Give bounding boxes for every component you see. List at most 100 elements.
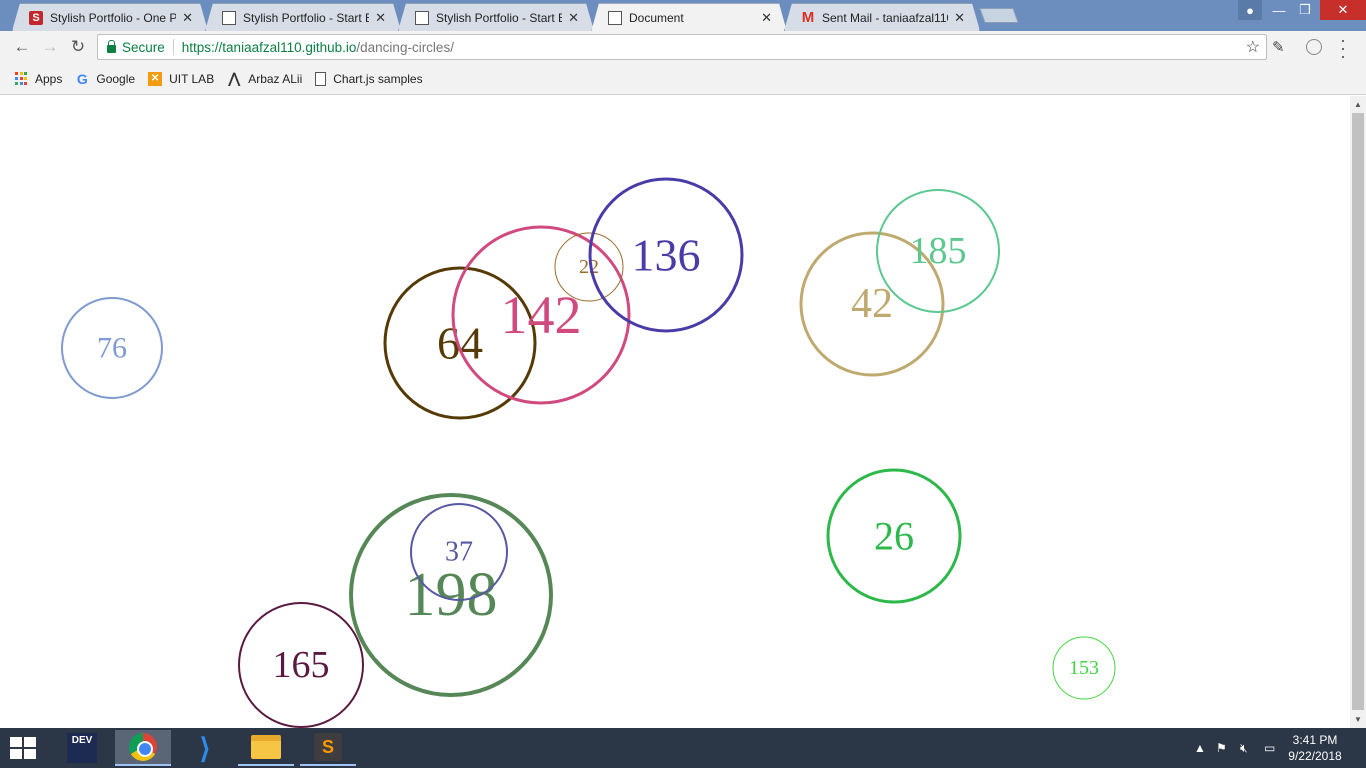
taskbar-dev-app[interactable]: DEV [54,730,110,766]
dancing-circle: 165 [238,602,364,728]
tab-stylish-portfolio-start-1[interactable]: Stylish Portfolio - Start Bo ✕ [205,3,401,31]
circle-number: 42 [851,281,893,327]
bookmark-label: Apps [35,71,63,86]
new-tab-button[interactable] [979,8,1019,23]
tab-title: Stylish Portfolio - One Pa [50,10,177,25]
minimize-button[interactable]: — [1266,0,1292,20]
address-bar[interactable]: Secure https://taniaafzal110.github.io/d… [97,34,1267,60]
bookmark-google[interactable]: G Google [75,70,136,87]
tab-document[interactable]: Document ✕ [591,3,787,32]
restore-button[interactable]: ❐ [1292,0,1318,20]
tab-stylish-portfolio-start-2[interactable]: Stylish Portfolio - Start Bo ✕ [398,3,594,31]
circle-number: 136 [632,230,701,281]
dev-label: DEV [71,735,93,746]
clock-date: 9/22/2018 [1288,749,1342,763]
dancing-circle: 142 [451,225,631,405]
page-viewport: 76 64 142 22 136 42 185 198 37 165 26 153 [0,96,1350,728]
browser-toolbar: ← → ↻ Secure https://taniaafzal110.githu… [0,31,1366,63]
document-icon [222,11,236,25]
taskbar-chrome[interactable] [115,730,171,766]
bookmark-label: Arbaz ALii [248,71,303,86]
tab-title: Stylish Portfolio - Start Bo [243,10,370,25]
window-close-button[interactable]: ✕ [1320,0,1366,20]
circle-number: 26 [874,514,914,559]
circles-canvas: 76 64 14222 136 42 185 19837 165 26 153 [61,177,1116,728]
clock-time: 3:41 PM [1292,733,1338,747]
profile-icon[interactable]: ● [1238,0,1262,20]
circle-number: 165 [273,644,330,686]
tab-title: Stylish Portfolio - Start Bo [436,10,563,25]
close-icon[interactable]: ✕ [375,10,386,26]
volume-muted-icon[interactable]: 🔇︎ [1240,728,1248,768]
circle-number: 64 [437,318,483,369]
gmail-icon: M [801,9,815,26]
taskbar-file-explorer[interactable] [238,730,294,766]
taskbar-sublime-text[interactable]: S [300,730,356,766]
dev-tools-icon: DEV [67,733,97,763]
arbaz-icon: ⋀ [228,70,240,86]
dancing-circle: 26 [826,468,962,604]
s-favicon-icon: S [29,11,43,25]
network-icon[interactable]: ▭ [1264,728,1275,768]
taskbar-vscode[interactable]: ⟩ [177,730,233,766]
dancing-circle: 136 [588,177,744,333]
google-icon: G [76,70,88,87]
circle-number: 153 [1069,657,1099,679]
dancing-circle: 198 [349,493,553,697]
document-icon [415,11,429,25]
lock-icon [107,40,116,53]
apps-grid-icon [14,71,28,86]
dancing-circle: 153 [1052,636,1116,700]
scroll-up-arrow-icon[interactable]: ▲ [1354,100,1362,109]
reload-icon[interactable]: ↻ [68,37,88,57]
bookmark-chartjs-samples[interactable]: Chart.js samples [315,71,423,86]
bookmark-arbaz-alii[interactable]: ⋀ Arbaz ALii [227,70,303,86]
tab-stylish-portfolio-one-page[interactable]: S Stylish Portfolio - One Pa ✕ [12,3,208,31]
bookmark-label: UIT LAB [169,71,215,86]
url-host: https://taniaafzal110.github.io [181,39,357,55]
dancing-circle: 76 [61,297,163,399]
forward-arrow-icon[interactable]: → [40,37,60,57]
sublime-text-icon: S [314,733,342,761]
circle-number: 142 [501,285,582,345]
bookmark-star-icon[interactable]: ☆ [1246,37,1260,57]
uit-lab-icon: ✕ [148,71,163,86]
bookmark-apps[interactable]: Apps [14,72,62,86]
dancing-circle: 22 [554,232,624,302]
back-arrow-icon[interactable]: ← [12,37,32,57]
close-icon[interactable]: ✕ [761,10,772,26]
circle-number: 185 [910,230,967,272]
tab-title: Sent Mail - taniaafzal110( [822,10,949,25]
action-center-flag-icon[interactable]: ⚑ [1216,728,1227,768]
circle-number: 198 [405,561,498,629]
document-icon [315,71,327,86]
close-icon[interactable]: ✕ [568,10,579,26]
close-icon[interactable]: ✕ [182,10,193,26]
windows-start-icon[interactable] [10,737,38,761]
vscode-icon: ⟩ [199,732,211,764]
tray-overflow-icon[interactable]: ▲ [1194,728,1206,768]
chrome-icon [129,733,157,761]
file-explorer-icon [251,735,281,759]
url-path: /dancing-circles/ [356,39,454,55]
chrome-menu-icon[interactable]: · · · [1338,31,1348,65]
divider [172,39,174,55]
tab-title: Document [629,11,684,25]
windows-taskbar: DEV ⟩ S ▲ ⚑ 🔇︎ ▭ 3:41 PM 9/22/2018 [0,728,1366,768]
taskbar-clock[interactable]: 3:41 PM 9/22/2018 [1280,732,1350,764]
bookmark-label: Google [96,71,136,86]
bookmark-uit-lab[interactable]: ✕ UIT LAB [148,71,215,86]
circle-number: 37 [445,537,473,568]
vertical-scrollbar[interactable]: ▲ ▼ [1350,96,1366,728]
secure-label: Secure [122,39,165,55]
bookmarks-bar: Apps G Google ✕ UIT LAB ⋀ Arbaz ALii Cha… [0,63,1366,95]
dancing-circle: 185 [876,189,1000,313]
scroll-thumb[interactable] [1352,113,1364,710]
extension-icon[interactable] [1306,39,1322,55]
circle-number: 76 [97,332,127,365]
scroll-down-arrow-icon[interactable]: ▼ [1354,715,1362,724]
document-icon [608,11,622,25]
eyedropper-extension-icon[interactable]: ✎ [1272,38,1285,56]
close-icon[interactable]: ✕ [954,10,965,26]
tab-sent-mail[interactable]: M Sent Mail - taniaafzal110( ✕ [784,3,980,31]
